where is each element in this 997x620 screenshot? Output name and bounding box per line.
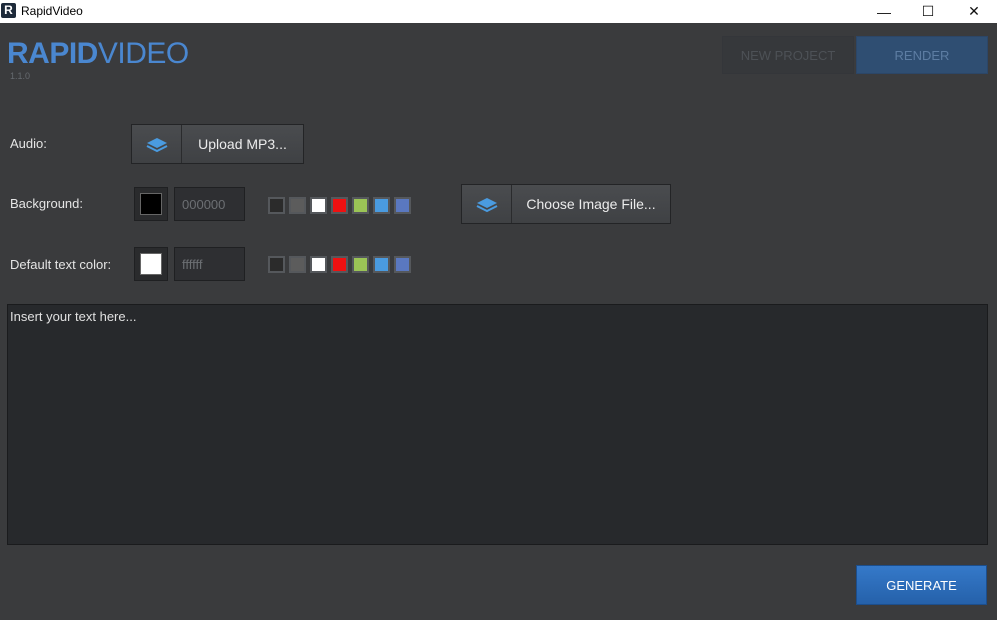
- new-project-button[interactable]: NEW PROJECT: [722, 36, 854, 74]
- title-bar: R RapidVideo — ☐ ✕: [0, 0, 997, 23]
- background-label: Background:: [10, 196, 83, 211]
- choose-image-button[interactable]: Choose Image File...: [461, 184, 671, 224]
- layers-icon: [132, 125, 182, 163]
- palette-swatch[interactable]: [331, 256, 348, 273]
- palette-swatch[interactable]: [394, 256, 411, 273]
- window-title: RapidVideo: [21, 4, 83, 18]
- background-color-swatch[interactable]: [134, 187, 168, 221]
- maximize-button[interactable]: ☐: [905, 0, 951, 23]
- text-editor-placeholder: Insert your text here...: [10, 309, 137, 324]
- logo-part-video: VIDEO: [97, 37, 189, 70]
- app-logo-icon: R: [1, 3, 16, 18]
- main-panel: RAPIDVIDEO 1.1.0 NEW PROJECT RENDER Audi…: [0, 23, 997, 620]
- text-color-palette: [268, 256, 411, 273]
- close-button[interactable]: ✕: [951, 0, 997, 23]
- palette-swatch[interactable]: [331, 197, 348, 214]
- generate-button[interactable]: GENERATE: [856, 565, 987, 605]
- choose-image-label: Choose Image File...: [526, 196, 656, 212]
- text-color-hex-input[interactable]: ffffff: [174, 247, 245, 281]
- background-hex-input[interactable]: 000000: [174, 187, 245, 221]
- palette-swatch[interactable]: [373, 197, 390, 214]
- palette-swatch[interactable]: [268, 256, 285, 273]
- palette-swatch[interactable]: [289, 197, 306, 214]
- palette-swatch[interactable]: [268, 197, 285, 214]
- background-color-preview: [140, 193, 162, 215]
- text-editor[interactable]: Insert your text here...: [7, 304, 988, 545]
- text-color-label: Default text color:: [10, 257, 112, 272]
- palette-swatch[interactable]: [352, 256, 369, 273]
- render-button[interactable]: RENDER: [856, 36, 988, 74]
- background-palette: [268, 197, 411, 214]
- palette-swatch[interactable]: [310, 256, 327, 273]
- text-color-preview: [140, 253, 162, 275]
- version-label: 1.1.0: [10, 71, 31, 81]
- palette-swatch[interactable]: [373, 256, 390, 273]
- logo-part-rapid: RAPID: [7, 37, 98, 70]
- palette-swatch[interactable]: [394, 197, 411, 214]
- audio-label: Audio:: [10, 136, 47, 151]
- app-logo: RAPIDVIDEO: [7, 37, 189, 71]
- minimize-button[interactable]: —: [861, 0, 907, 23]
- palette-swatch[interactable]: [289, 256, 306, 273]
- text-color-swatch[interactable]: [134, 247, 168, 281]
- upload-mp3-button[interactable]: Upload MP3...: [131, 124, 304, 164]
- layers-icon: [462, 185, 512, 223]
- palette-swatch[interactable]: [352, 197, 369, 214]
- palette-swatch[interactable]: [310, 197, 327, 214]
- upload-mp3-label: Upload MP3...: [198, 136, 287, 152]
